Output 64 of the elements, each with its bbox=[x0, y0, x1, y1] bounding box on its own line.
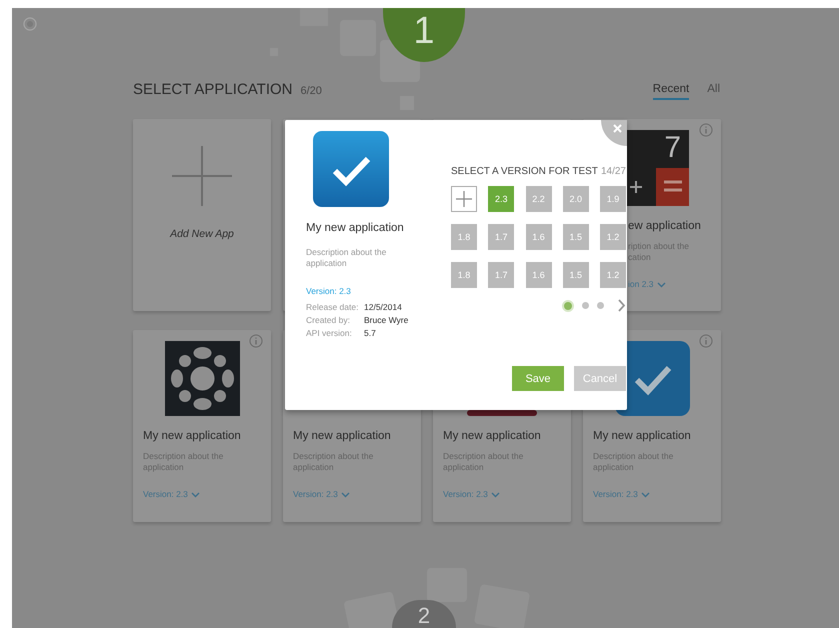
detail-label: API version: bbox=[306, 328, 353, 338]
tab[interactable]: All bbox=[707, 79, 720, 100]
app-name: My new application bbox=[443, 430, 541, 442]
app-description: Description about the application bbox=[306, 247, 388, 269]
chevron-icon bbox=[190, 490, 200, 498]
version-dropdown[interactable]: Version: 2.3 bbox=[293, 489, 350, 499]
version-tile[interactable]: 1.8 bbox=[451, 262, 477, 288]
close-button[interactable] bbox=[601, 120, 627, 146]
version-tile[interactable]: 1.8 bbox=[451, 224, 477, 250]
chevron-icon bbox=[490, 490, 500, 498]
version-tile[interactable]: 1.5 bbox=[562, 224, 589, 250]
chevron-icon bbox=[340, 490, 350, 498]
info-icon bbox=[699, 123, 713, 137]
detail-value: 5.7 bbox=[364, 328, 377, 338]
add-version-button[interactable] bbox=[451, 186, 477, 212]
info-icon bbox=[249, 334, 263, 348]
app-name: My new application bbox=[306, 222, 404, 234]
save-button[interactable]: Save bbox=[512, 366, 564, 391]
app-name: My new application bbox=[143, 430, 241, 442]
version-count: 14/27 bbox=[600, 166, 626, 177]
chevron-icon bbox=[656, 280, 666, 288]
checkmark-icon bbox=[313, 131, 389, 207]
calculator-icon: 7 bbox=[626, 130, 689, 206]
step-number: 2 bbox=[392, 600, 456, 628]
page-dot[interactable] bbox=[582, 302, 589, 309]
version-tile[interactable]: 1.2 bbox=[600, 262, 626, 288]
version-tile[interactable]: 1.7 bbox=[488, 262, 514, 288]
version-tile[interactable]: 1.2 bbox=[600, 224, 626, 250]
chevron-icon bbox=[640, 490, 650, 498]
version-dropdown[interactable]: ion 2.3 bbox=[628, 279, 666, 289]
app-name: My new application bbox=[593, 430, 691, 442]
page-dot[interactable] bbox=[562, 300, 574, 312]
app-count: 6/20 bbox=[300, 85, 322, 97]
detail-label: Release date: bbox=[306, 302, 360, 312]
version-tile[interactable]: 1.6 bbox=[526, 224, 552, 250]
app-name: ew application bbox=[628, 220, 701, 232]
plus-icon bbox=[172, 146, 232, 206]
version-dropdown[interactable]: Version: 2.3 bbox=[443, 489, 500, 499]
version-tile[interactable]: 1.6 bbox=[526, 262, 552, 288]
version-dropdown[interactable]: Version: 2.3 bbox=[143, 489, 200, 499]
app-name: My new application bbox=[293, 430, 391, 442]
info-icon bbox=[699, 334, 713, 348]
app-icon bbox=[467, 410, 537, 416]
radio-icon bbox=[23, 17, 37, 31]
step-number: 1 bbox=[383, 8, 465, 62]
version-tile[interactable]: 1.5 bbox=[562, 262, 589, 288]
detail-value: 12/5/2014 bbox=[364, 302, 403, 312]
detail-value: Bruce Wyre bbox=[364, 315, 408, 325]
add-app-label: Add New App bbox=[170, 228, 234, 240]
add-app-card[interactable]: Add New App bbox=[133, 119, 271, 311]
version-dropdown[interactable]: Version: 2.3 bbox=[593, 489, 650, 499]
plus-icon bbox=[456, 191, 472, 207]
close-icon bbox=[613, 124, 622, 133]
detail-label: Created by: bbox=[306, 315, 351, 325]
page-dot[interactable] bbox=[597, 302, 604, 309]
version-tile[interactable]: 2.2 bbox=[526, 186, 552, 212]
version-link[interactable]: Version: 2.3 bbox=[306, 286, 351, 296]
page-title: SELECT APPLICATION bbox=[133, 81, 292, 98]
version-tile[interactable]: 1.7 bbox=[488, 224, 514, 250]
tab[interactable]: Recent bbox=[652, 79, 690, 100]
version-tile[interactable]: 2.3 bbox=[488, 186, 514, 212]
app-icon bbox=[164, 341, 240, 416]
version-tile[interactable]: 2.0 bbox=[562, 186, 589, 212]
version-tile[interactable]: 1.9 bbox=[600, 186, 626, 212]
